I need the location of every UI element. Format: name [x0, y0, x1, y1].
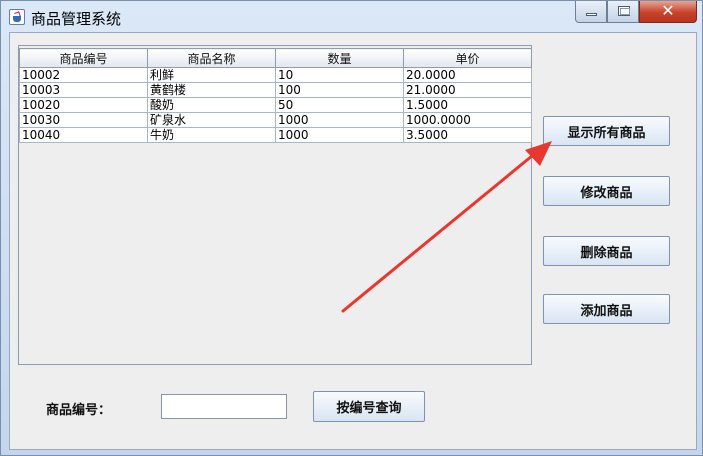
product-table-scrollpane[interactable]: 商品编号 商品名称 数量 单价 10002 利鲜 10 20.0000 1000… [18, 45, 532, 365]
minimize-button[interactable] [575, 1, 607, 23]
table-cell[interactable]: 3.5000 [403, 127, 532, 143]
table-row[interactable]: 10030 矿泉水 1000 1000.0000 [19, 112, 532, 128]
java-app-icon [9, 9, 25, 25]
table-cell[interactable]: 1000 [275, 127, 404, 143]
table-cell[interactable]: 1000.0000 [403, 112, 532, 128]
table-cell[interactable]: 100 [275, 82, 404, 98]
table-cell[interactable]: 1.5000 [403, 97, 532, 113]
title-bar[interactable]: 商品管理系统 ✕ [1, 1, 702, 33]
table-cell[interactable]: 利鲜 [147, 67, 276, 83]
table-cell[interactable]: 10002 [19, 67, 148, 83]
add-product-button[interactable]: 添加商品 [543, 294, 670, 324]
main-window: 商品管理系统 ✕ 商品编号 商品名称 数量 单价 10002 利鲜 10 20.… [0, 0, 703, 456]
table-row[interactable]: 10002 利鲜 10 20.0000 [19, 67, 532, 83]
table-cell[interactable]: 50 [275, 97, 404, 113]
table-cell[interactable]: 1000 [275, 112, 404, 128]
modify-product-button[interactable]: 修改商品 [543, 176, 670, 206]
close-button[interactable]: ✕ [639, 1, 697, 23]
table-cell[interactable]: 10 [275, 67, 404, 83]
query-by-id-button[interactable]: 按编号查询 [313, 391, 425, 422]
table-cell[interactable]: 牛奶 [147, 127, 276, 143]
table-row[interactable]: 10040 牛奶 1000 3.5000 [19, 127, 532, 143]
minimize-icon [586, 13, 597, 16]
column-header[interactable]: 数量 [275, 48, 404, 68]
product-id-label: 商品编号： [46, 403, 112, 418]
column-header[interactable]: 商品名称 [147, 48, 276, 68]
content-panel: 商品编号 商品名称 数量 单价 10002 利鲜 10 20.0000 1000… [9, 32, 697, 450]
product-table[interactable]: 商品编号 商品名称 数量 单价 10002 利鲜 10 20.0000 1000… [19, 48, 532, 143]
table-cell[interactable]: 酸奶 [147, 97, 276, 113]
table-row[interactable]: 10003 黄鹤楼 100 21.0000 [19, 82, 532, 98]
table-cell[interactable]: 21.0000 [403, 82, 532, 98]
table-cell[interactable]: 10020 [19, 97, 148, 113]
maximize-icon [618, 6, 630, 16]
table-cell[interactable]: 10030 [19, 112, 148, 128]
delete-product-button[interactable]: 删除商品 [543, 236, 670, 266]
table-cell[interactable]: 10040 [19, 127, 148, 143]
table-cell[interactable]: 黄鹤楼 [147, 82, 276, 98]
window-title: 商品管理系统 [31, 10, 122, 28]
show-all-products-button[interactable]: 显示所有商品 [543, 116, 670, 146]
column-header[interactable]: 商品编号 [19, 48, 148, 68]
maximize-button[interactable] [607, 1, 639, 23]
table-cell[interactable]: 20.0000 [403, 67, 532, 83]
column-header[interactable]: 单价 [403, 48, 532, 68]
table-row[interactable]: 10020 酸奶 50 1.5000 [19, 97, 532, 113]
table-header: 商品编号 商品名称 数量 单价 [19, 48, 532, 68]
table-cell[interactable]: 10003 [19, 82, 148, 98]
close-icon: ✕ [661, 1, 675, 20]
product-id-input[interactable] [161, 394, 287, 419]
table-cell[interactable]: 矿泉水 [147, 112, 276, 128]
